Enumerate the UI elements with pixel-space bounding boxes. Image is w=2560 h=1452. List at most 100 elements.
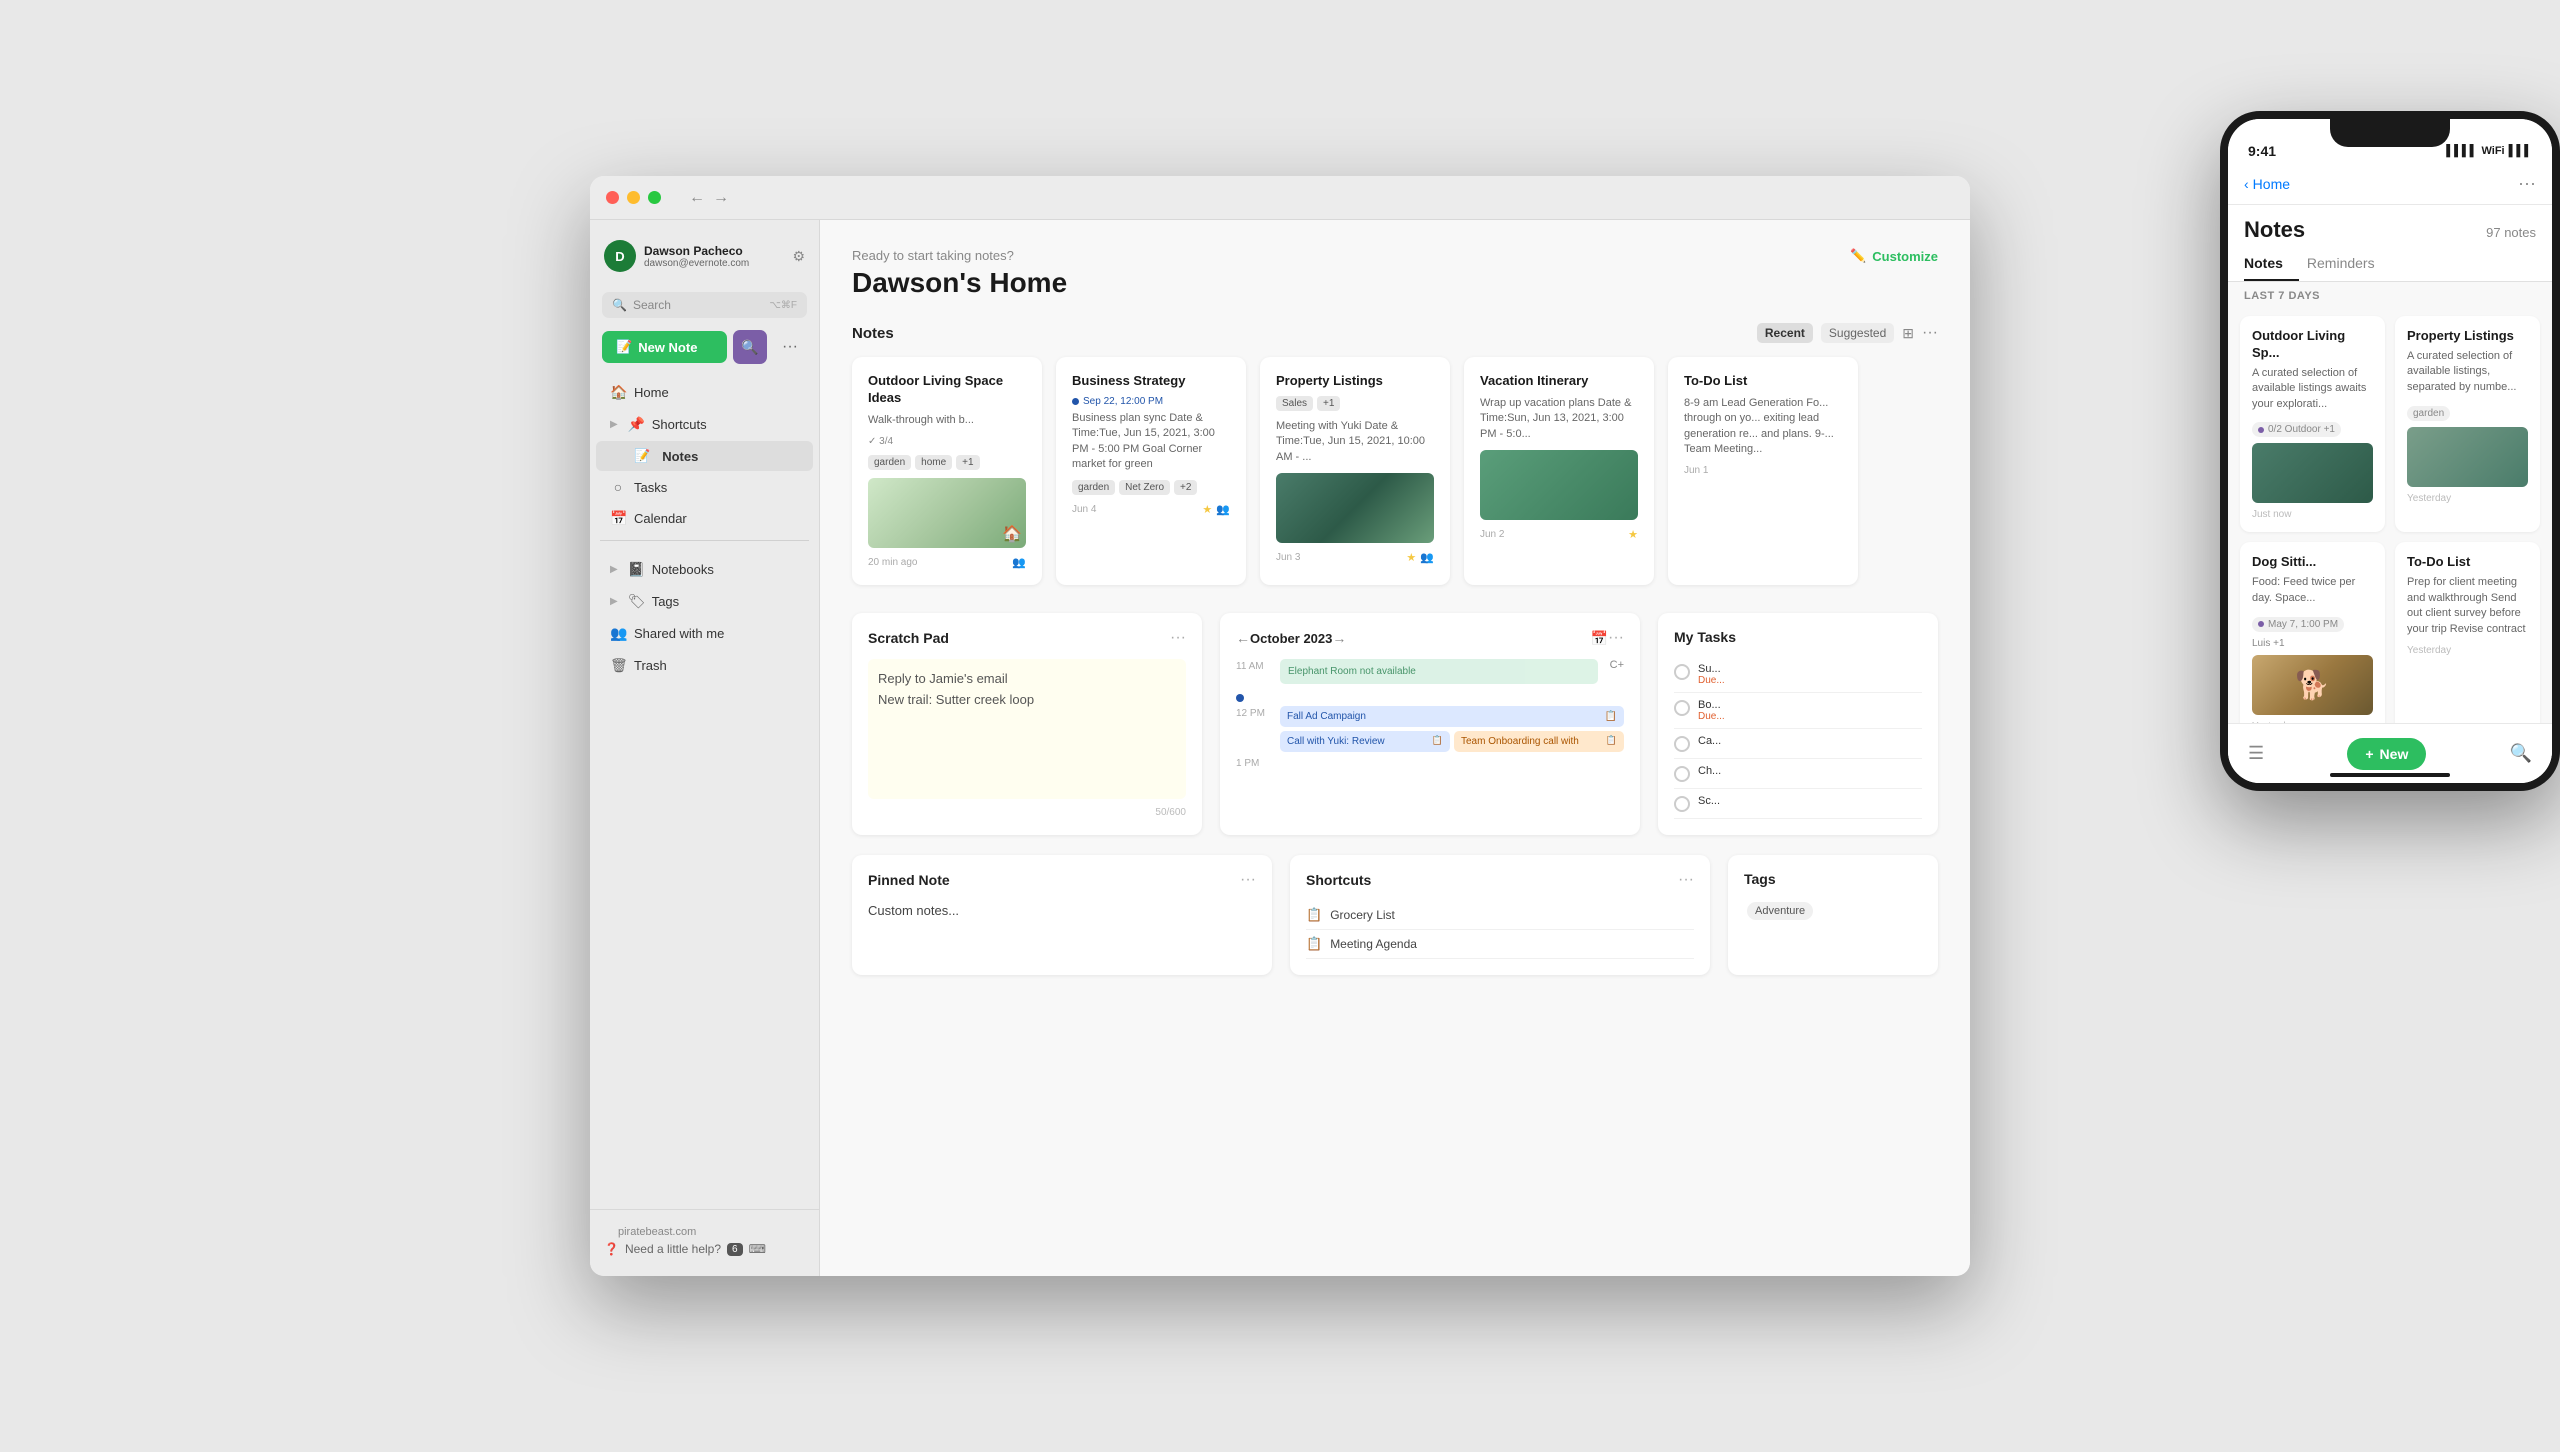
scratch-content[interactable]: Reply to Jamie's email New trail: Sutter…: [868, 659, 1186, 799]
users-icon: 👥: [1420, 551, 1434, 564]
search-bar[interactable]: 🔍 Search ⌥⌘F: [602, 292, 807, 318]
task-circle[interactable]: [1674, 664, 1690, 680]
phone-search-icon[interactable]: 🔍: [2510, 743, 2532, 764]
minimize-button[interactable]: [627, 191, 640, 204]
sidebar-item-trash[interactable]: 🗑 Trash: [596, 650, 813, 681]
forward-arrow[interactable]: →: [713, 189, 729, 207]
note-card-todo[interactable]: To-Do List 8-9 am Lead Generation Fo... …: [1668, 357, 1858, 585]
sidebar-item-shortcuts[interactable]: ▶ 📌 Shortcuts: [596, 409, 813, 440]
section-view-icon[interactable]: ⊞: [1902, 325, 1914, 342]
app-body: D Dawson Pacheco dawson@evernote.com ⚙ 🔍…: [590, 220, 1970, 1276]
note-card-vacation[interactable]: Vacation Itinerary Wrap up vacation plan…: [1464, 357, 1654, 585]
tag-more[interactable]: +2: [1174, 480, 1197, 495]
customize-button[interactable]: ✏️ Customize: [1850, 248, 1938, 264]
maximize-button[interactable]: [648, 191, 661, 204]
sidebar-item-shared[interactable]: 👥 Shared with me: [596, 618, 813, 649]
tab-recent[interactable]: Recent: [1757, 323, 1813, 343]
calendar-widget: ← October 2023 → 📅 ··· 11 AM Elephant Ro…: [1220, 613, 1640, 835]
more-options-button[interactable]: ···: [773, 330, 807, 364]
shortcuts-more[interactable]: ···: [1678, 871, 1694, 889]
cal-time-1pm: 1 PM: [1236, 756, 1272, 769]
task-circle[interactable]: [1674, 736, 1690, 752]
phone-note-preview: Prep for client meeting and walkthrough …: [2407, 575, 2528, 637]
shortcut-meeting[interactable]: 📋 Meeting Agenda: [1306, 930, 1694, 959]
phone-notch: [2330, 119, 2450, 147]
note-card-business[interactable]: Business Strategy Sep 22, 12:00 PM Busin…: [1056, 357, 1246, 585]
phone-note-date: Just now: [2252, 509, 2373, 520]
section-more-icon[interactable]: ···: [1922, 324, 1938, 342]
tag-home[interactable]: home: [915, 455, 952, 470]
cal-row-dot: [1236, 688, 1624, 702]
cal-row-12pm: 12 PM Fall Ad Campaign 📋 Call with Yuki:…: [1236, 706, 1624, 752]
task-text: Ca...: [1698, 735, 1922, 747]
cal-add-icon[interactable]: 📅: [1591, 630, 1608, 647]
tag-more[interactable]: +1: [956, 455, 979, 470]
phone-back-button[interactable]: ‹ Home: [2244, 176, 2290, 192]
cal-event-fall[interactable]: Fall Ad Campaign 📋: [1280, 706, 1624, 727]
tag-more[interactable]: +1: [1317, 396, 1340, 411]
sidebar-item-tags[interactable]: ▶ 🏷 Tags: [596, 586, 813, 617]
task-circle[interactable]: [1674, 700, 1690, 716]
cal-event-label: Sep 22, 12:00 PM: [1072, 396, 1230, 407]
sidebar-item-calendar[interactable]: 📅 Calendar: [596, 503, 813, 534]
note-card-outdoor[interactable]: Outdoor Living Space Ideas Walk-through …: [852, 357, 1042, 585]
cal-event-yuki[interactable]: Call with Yuki: Review 📋: [1280, 731, 1450, 752]
task-due: Due...: [1698, 675, 1922, 686]
tag-adventure[interactable]: Adventure: [1747, 902, 1813, 920]
phone-tab-notes[interactable]: Notes: [2244, 247, 2299, 281]
notes-grid: Outdoor Living Space Ideas Walk-through …: [852, 357, 1938, 585]
close-button[interactable]: [606, 191, 619, 204]
sidebar-item-tasks[interactable]: ○ Tasks: [596, 472, 813, 502]
scratch-more[interactable]: ···: [1170, 629, 1186, 647]
cal-add-btn[interactable]: C+: [1606, 659, 1624, 671]
pinned-more[interactable]: ···: [1240, 871, 1256, 889]
phone-card-todo[interactable]: To-Do List Prep for client meeting and w…: [2395, 542, 2540, 743]
new-note-button[interactable]: 📝 New Note: [602, 331, 727, 363]
shortcuts-title: Shortcuts: [1306, 872, 1371, 888]
tag-netzero[interactable]: Net Zero: [1119, 480, 1170, 495]
tag-sales[interactable]: Sales: [1276, 396, 1313, 411]
workspace-label: piratebeast.com: [604, 1222, 805, 1242]
phone-note-tag: garden: [2407, 406, 2450, 421]
search-notes-button[interactable]: 🔍: [733, 330, 767, 364]
task-circle[interactable]: [1674, 766, 1690, 782]
note-footer: 20 min ago 👥: [868, 556, 1026, 569]
note-preview: Walk-through with b...: [868, 413, 1026, 428]
cal-prev[interactable]: ←: [1236, 630, 1250, 646]
main-content: Ready to start taking notes? Dawson's Ho…: [820, 220, 1970, 1276]
tags-widget: Tags Adventure: [1728, 855, 1938, 975]
tab-suggested[interactable]: Suggested: [1821, 323, 1894, 343]
cal-more[interactable]: ···: [1608, 629, 1624, 647]
note-card-property[interactable]: Property Listings Sales +1 Meeting with …: [1260, 357, 1450, 585]
task-circle[interactable]: [1674, 796, 1690, 812]
phone-card-property[interactable]: Property Listings A curated selection of…: [2395, 316, 2540, 532]
settings-icon[interactable]: ⚙: [792, 248, 805, 265]
note-preview: 8-9 am Lead Generation Fo... through on …: [1684, 396, 1842, 458]
phone-menu-icon[interactable]: ☰: [2248, 743, 2264, 764]
cal-event-elephant[interactable]: Elephant Room not available: [1280, 659, 1598, 684]
sidebar-item-notes[interactable]: 📝 Notes: [596, 441, 813, 471]
tag-garden[interactable]: garden: [868, 455, 911, 470]
sidebar-item-notebooks[interactable]: ▶ 📓 Notebooks: [596, 554, 813, 585]
shortcut-grocery[interactable]: 📋 Grocery List: [1306, 901, 1694, 930]
user-section[interactable]: D Dawson Pacheco dawson@evernote.com ⚙: [590, 232, 819, 280]
phone-new-button[interactable]: + New: [2347, 738, 2426, 770]
cal-event-team[interactable]: Team Onboarding call with 📋: [1454, 731, 1624, 752]
help-row[interactable]: ❓ Need a little help? 6 ⌨: [604, 1242, 805, 1256]
task-title: Sc...: [1698, 795, 1922, 807]
back-arrow[interactable]: ←: [689, 189, 705, 207]
phone-card-outdoor[interactable]: Outdoor Living Sp... A curated selection…: [2240, 316, 2385, 532]
tag-dot: [2258, 427, 2264, 433]
page-title: Dawson's Home: [852, 267, 1067, 299]
sidebar-footer: piratebeast.com ❓ Need a little help? 6 …: [590, 1209, 819, 1264]
more-icon: ···: [782, 338, 798, 356]
cal-next[interactable]: →: [1332, 630, 1346, 646]
calendar-header: ← October 2023 → 📅 ···: [1236, 629, 1624, 647]
phone-card-dog[interactable]: Dog Sitti... Food: Feed twice per day. S…: [2240, 542, 2385, 743]
sidebar-item-home[interactable]: 🏠 Home: [596, 377, 813, 408]
tag-garden[interactable]: garden: [1072, 480, 1115, 495]
phone-nav-more[interactable]: ···: [2518, 173, 2536, 194]
phone-tab-reminders[interactable]: Reminders: [2307, 247, 2391, 281]
new-note-icon: 📝: [616, 339, 632, 355]
notes-section-title: Notes: [852, 325, 894, 342]
